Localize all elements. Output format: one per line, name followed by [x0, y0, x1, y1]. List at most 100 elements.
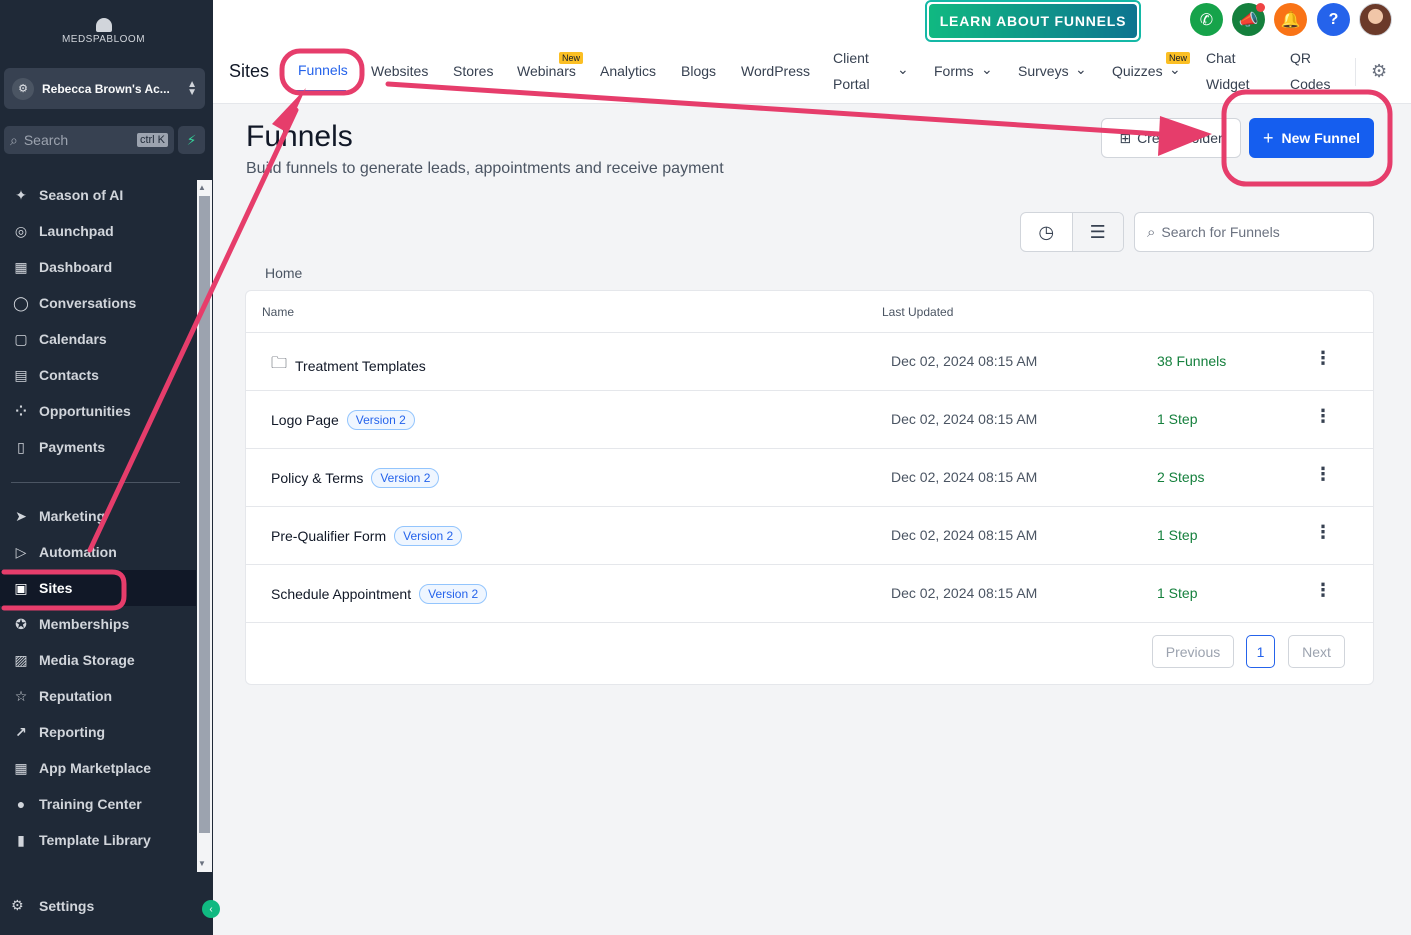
- automation-icon: ▷: [15, 543, 27, 560]
- table-row[interactable]: Schedule Appointment Version 2 Dec 02, 2…: [246, 565, 1373, 623]
- list-view-icon[interactable]: ☰: [1071, 213, 1123, 251]
- section-title: Sites: [229, 61, 270, 81]
- sidebar-scroll-thumb[interactable]: [199, 196, 210, 833]
- template-icon: ▮: [17, 831, 25, 848]
- tab-stores[interactable]: Stores: [453, 63, 493, 79]
- row-name-text: Pre-Qualifier Form: [271, 528, 387, 544]
- column-last-updated[interactable]: Last Updated: [882, 305, 953, 319]
- sidebar-divider: [11, 482, 180, 483]
- chevron-down-icon[interactable]: ⌄: [1169, 61, 1181, 78]
- scroll-up-icon[interactable]: ▲: [198, 183, 206, 192]
- user-avatar[interactable]: [1359, 3, 1392, 36]
- search-icon: ⌕: [10, 131, 18, 148]
- sidebar-item-reporting[interactable]: ↗ Reporting: [0, 714, 196, 750]
- notification-dot: [1256, 3, 1265, 12]
- sidebar-item-conversations[interactable]: ◯ Conversations: [0, 285, 196, 321]
- bell-icon[interactable]: 🔔: [1274, 3, 1307, 36]
- folder-plus-icon: ⊞: [1119, 129, 1132, 146]
- more-options-icon[interactable]: ⋮: [1314, 522, 1332, 543]
- table-header: Name Last Updated: [246, 291, 1373, 333]
- learn-about-funnels-button[interactable]: LEARN ABOUT FUNNELS: [925, 0, 1141, 42]
- sidebar-item-automation[interactable]: ▷ Automation: [0, 534, 196, 570]
- sidebar-item-reputation[interactable]: ☆ Reputation: [0, 678, 196, 714]
- sidebar-item-app-marketplace[interactable]: ▦ App Marketplace: [0, 750, 196, 786]
- sidebar-item-label: Season of AI: [39, 187, 124, 203]
- sidebar-item-label: Media Storage: [39, 652, 135, 668]
- more-options-icon[interactable]: ⋮: [1314, 580, 1332, 601]
- help-icon[interactable]: ?: [1317, 3, 1350, 36]
- chevron-down-icon[interactable]: ⌄: [981, 61, 993, 78]
- tab-surveys[interactable]: Surveys: [1018, 63, 1069, 79]
- row-date: Dec 02, 2024 08:15 AM: [891, 411, 1038, 427]
- tab-qr-codes-line2: Codes: [1290, 76, 1331, 92]
- phone-icon[interactable]: ✆: [1190, 3, 1223, 36]
- tab-webinars[interactable]: Webinars: [517, 63, 576, 79]
- account-switcher[interactable]: ⚙ Rebecca Brown's Ac... ▲ ▼: [4, 68, 205, 109]
- tab-blogs[interactable]: Blogs: [681, 63, 716, 79]
- page-subtitle: Build funnels to generate leads, appoint…: [246, 160, 724, 177]
- table-row[interactable]: Pre-Qualifier Form Version 2 Dec 02, 202…: [246, 507, 1373, 565]
- sidebar-item-label: Dashboard: [39, 259, 113, 275]
- tab-analytics[interactable]: Analytics: [600, 63, 656, 79]
- sidebar-item-settings[interactable]: ⚙ Settings: [11, 897, 94, 914]
- header-separator: [1355, 58, 1356, 86]
- send-icon: ➤: [15, 507, 27, 524]
- sidebar-item-template-library[interactable]: ▮ Template Library: [0, 822, 196, 858]
- create-folder-button[interactable]: ⊞ Create Folder: [1101, 118, 1241, 158]
- sidebar-search[interactable]: ⌕ Search ctrl K: [4, 126, 174, 154]
- tab-websites[interactable]: Websites: [371, 63, 428, 79]
- sidebar-item-contacts[interactable]: ▤ Contacts: [0, 357, 196, 393]
- sidebar-item-dashboard[interactable]: ▦ Dashboard: [0, 249, 196, 285]
- chevron-updown-icon: ▲ ▼: [187, 78, 197, 98]
- chat-icon: ◯: [13, 294, 29, 311]
- breadcrumb[interactable]: Home: [265, 265, 302, 281]
- row-date: Dec 02, 2024 08:15 AM: [891, 585, 1038, 601]
- collapse-sidebar-icon[interactable]: ‹: [202, 900, 220, 918]
- chevron-down-icon[interactable]: ⌄: [897, 61, 909, 78]
- opportunities-icon: ⁘: [15, 402, 27, 419]
- sidebar-item-label: Opportunities: [39, 403, 131, 419]
- scroll-down-icon[interactable]: ▼: [198, 859, 206, 868]
- row-steps: 1 Step: [1157, 585, 1198, 601]
- sidebar-item-memberships[interactable]: ✪ Memberships: [0, 606, 196, 642]
- sidebar-item-payments[interactable]: ▯ Payments: [0, 429, 196, 465]
- table-row[interactable]: 🗀 Treatment Templates Dec 02, 2024 08:15…: [246, 333, 1373, 391]
- sidebar-item-calendars[interactable]: ▢ Calendars: [0, 321, 196, 357]
- quick-action-bolt-icon[interactable]: ⚡: [178, 126, 205, 154]
- more-options-icon[interactable]: ⋮: [1314, 406, 1332, 427]
- tab-quizzes[interactable]: Quizzes: [1112, 63, 1163, 79]
- row-steps: 1 Step: [1157, 411, 1198, 427]
- chevron-down-icon[interactable]: ⌄: [1075, 61, 1087, 78]
- sidebar: MEDSPABLOOM ⚙ Rebecca Brown's Ac... ▲ ▼ ⌕…: [0, 0, 220, 935]
- sidebar-item-marketing[interactable]: ➤ Marketing: [0, 498, 196, 534]
- sidebar-item-opportunities[interactable]: ⁘ Opportunities: [0, 393, 196, 429]
- next-page-button[interactable]: Next: [1288, 635, 1345, 668]
- sidebar-item-label: Settings: [39, 897, 95, 914]
- sidebar-item-sites[interactable]: ▣ Sites: [0, 570, 196, 606]
- plus-icon: +: [1262, 127, 1274, 148]
- brand-logo[interactable]: MEDSPABLOOM: [0, 18, 207, 45]
- funnel-search-placeholder: Search for Funnels: [1161, 224, 1280, 240]
- table-row[interactable]: Logo Page Version 2 Dec 02, 2024 08:15 A…: [246, 391, 1373, 449]
- tab-wordpress[interactable]: WordPress: [741, 63, 810, 79]
- recent-view-clock-icon[interactable]: ◷: [1021, 213, 1072, 251]
- funnel-search-input[interactable]: ⌕ Search for Funnels: [1134, 212, 1374, 252]
- gear-icon[interactable]: ⚙: [1371, 61, 1387, 82]
- tab-forms[interactable]: Forms: [934, 63, 974, 79]
- sidebar-item-training-center[interactable]: ● Training Center: [0, 786, 196, 822]
- more-options-icon[interactable]: ⋮: [1314, 348, 1332, 369]
- rocket-icon: ◎: [14, 222, 28, 239]
- more-options-icon[interactable]: ⋮: [1314, 464, 1332, 485]
- column-name[interactable]: Name: [262, 305, 294, 319]
- sidebar-item-season-of-ai[interactable]: ✦ Season of AI: [0, 177, 196, 213]
- new-funnel-button[interactable]: + New Funnel: [1249, 118, 1374, 158]
- logo-text: MEDSPABLOOM: [61, 34, 146, 45]
- sidebar-item-media-storage[interactable]: ▨ Media Storage: [0, 642, 196, 678]
- table-row[interactable]: Policy & Terms Version 2 Dec 02, 2024 08…: [246, 449, 1373, 507]
- previous-page-button[interactable]: Previous: [1152, 635, 1234, 668]
- sidebar-item-label: Template Library: [39, 832, 151, 848]
- sidebar-item-label: Training Center: [39, 796, 142, 812]
- tab-funnels[interactable]: Funnels: [298, 62, 348, 78]
- sidebar-item-launchpad[interactable]: ◎ Launchpad: [0, 213, 196, 249]
- page-number-button[interactable]: 1: [1246, 635, 1275, 668]
